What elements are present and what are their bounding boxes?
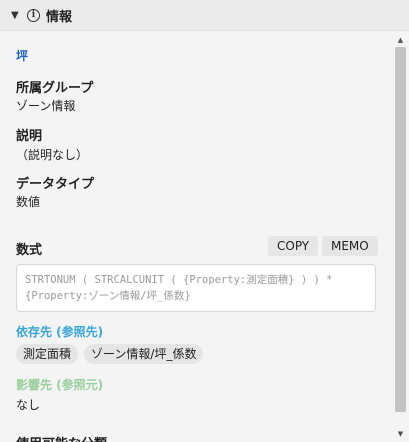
description-label: 説明 (16, 129, 43, 144)
copy-button[interactable]: COPY (268, 236, 319, 256)
group-label: 所属グループ (16, 81, 94, 96)
panel-title: 情報 (46, 9, 73, 25)
dependency-chip[interactable]: ゾーン情報/坪_係数 (84, 344, 204, 364)
scrollbar-thumb[interactable] (395, 47, 406, 412)
datatype-value: 数値 (16, 195, 41, 209)
formula-label: 数式 (16, 243, 43, 258)
info-panel-header[interactable]: ▼ i 情報 (0, 0, 409, 31)
info-panel-content: 坪 所属グループ ゾーン情報 説明 （説明なし） データタイプ 数値 数式 CO… (0, 31, 392, 442)
influences-value: なし (16, 398, 41, 412)
available-categories-label: 使用可能な分類 (16, 433, 107, 442)
scroll-up-icon[interactable]: ▲ (392, 33, 409, 47)
influences-label: 影響先 (参照元) (16, 378, 104, 392)
memo-button[interactable]: MEMO (322, 236, 378, 256)
formula-text: STRTONUM ( STRCALCUNIT ( {Property:測定面積}… (16, 264, 376, 312)
description-value: （説明なし） (16, 148, 89, 162)
scroll-down-icon[interactable]: ▼ (392, 427, 409, 441)
dependencies-label: 依存先 (参照先) (16, 325, 104, 339)
property-name: 坪 (16, 49, 29, 63)
dependency-chip[interactable]: 測定面積 (16, 344, 79, 364)
collapse-caret-icon[interactable]: ▼ (11, 10, 25, 21)
info-icon: i (27, 8, 40, 22)
datatype-label: データタイプ (16, 177, 95, 192)
group-value: ゾーン情報 (16, 99, 76, 113)
vertical-scrollbar[interactable]: ▲ ▼ (392, 31, 409, 442)
